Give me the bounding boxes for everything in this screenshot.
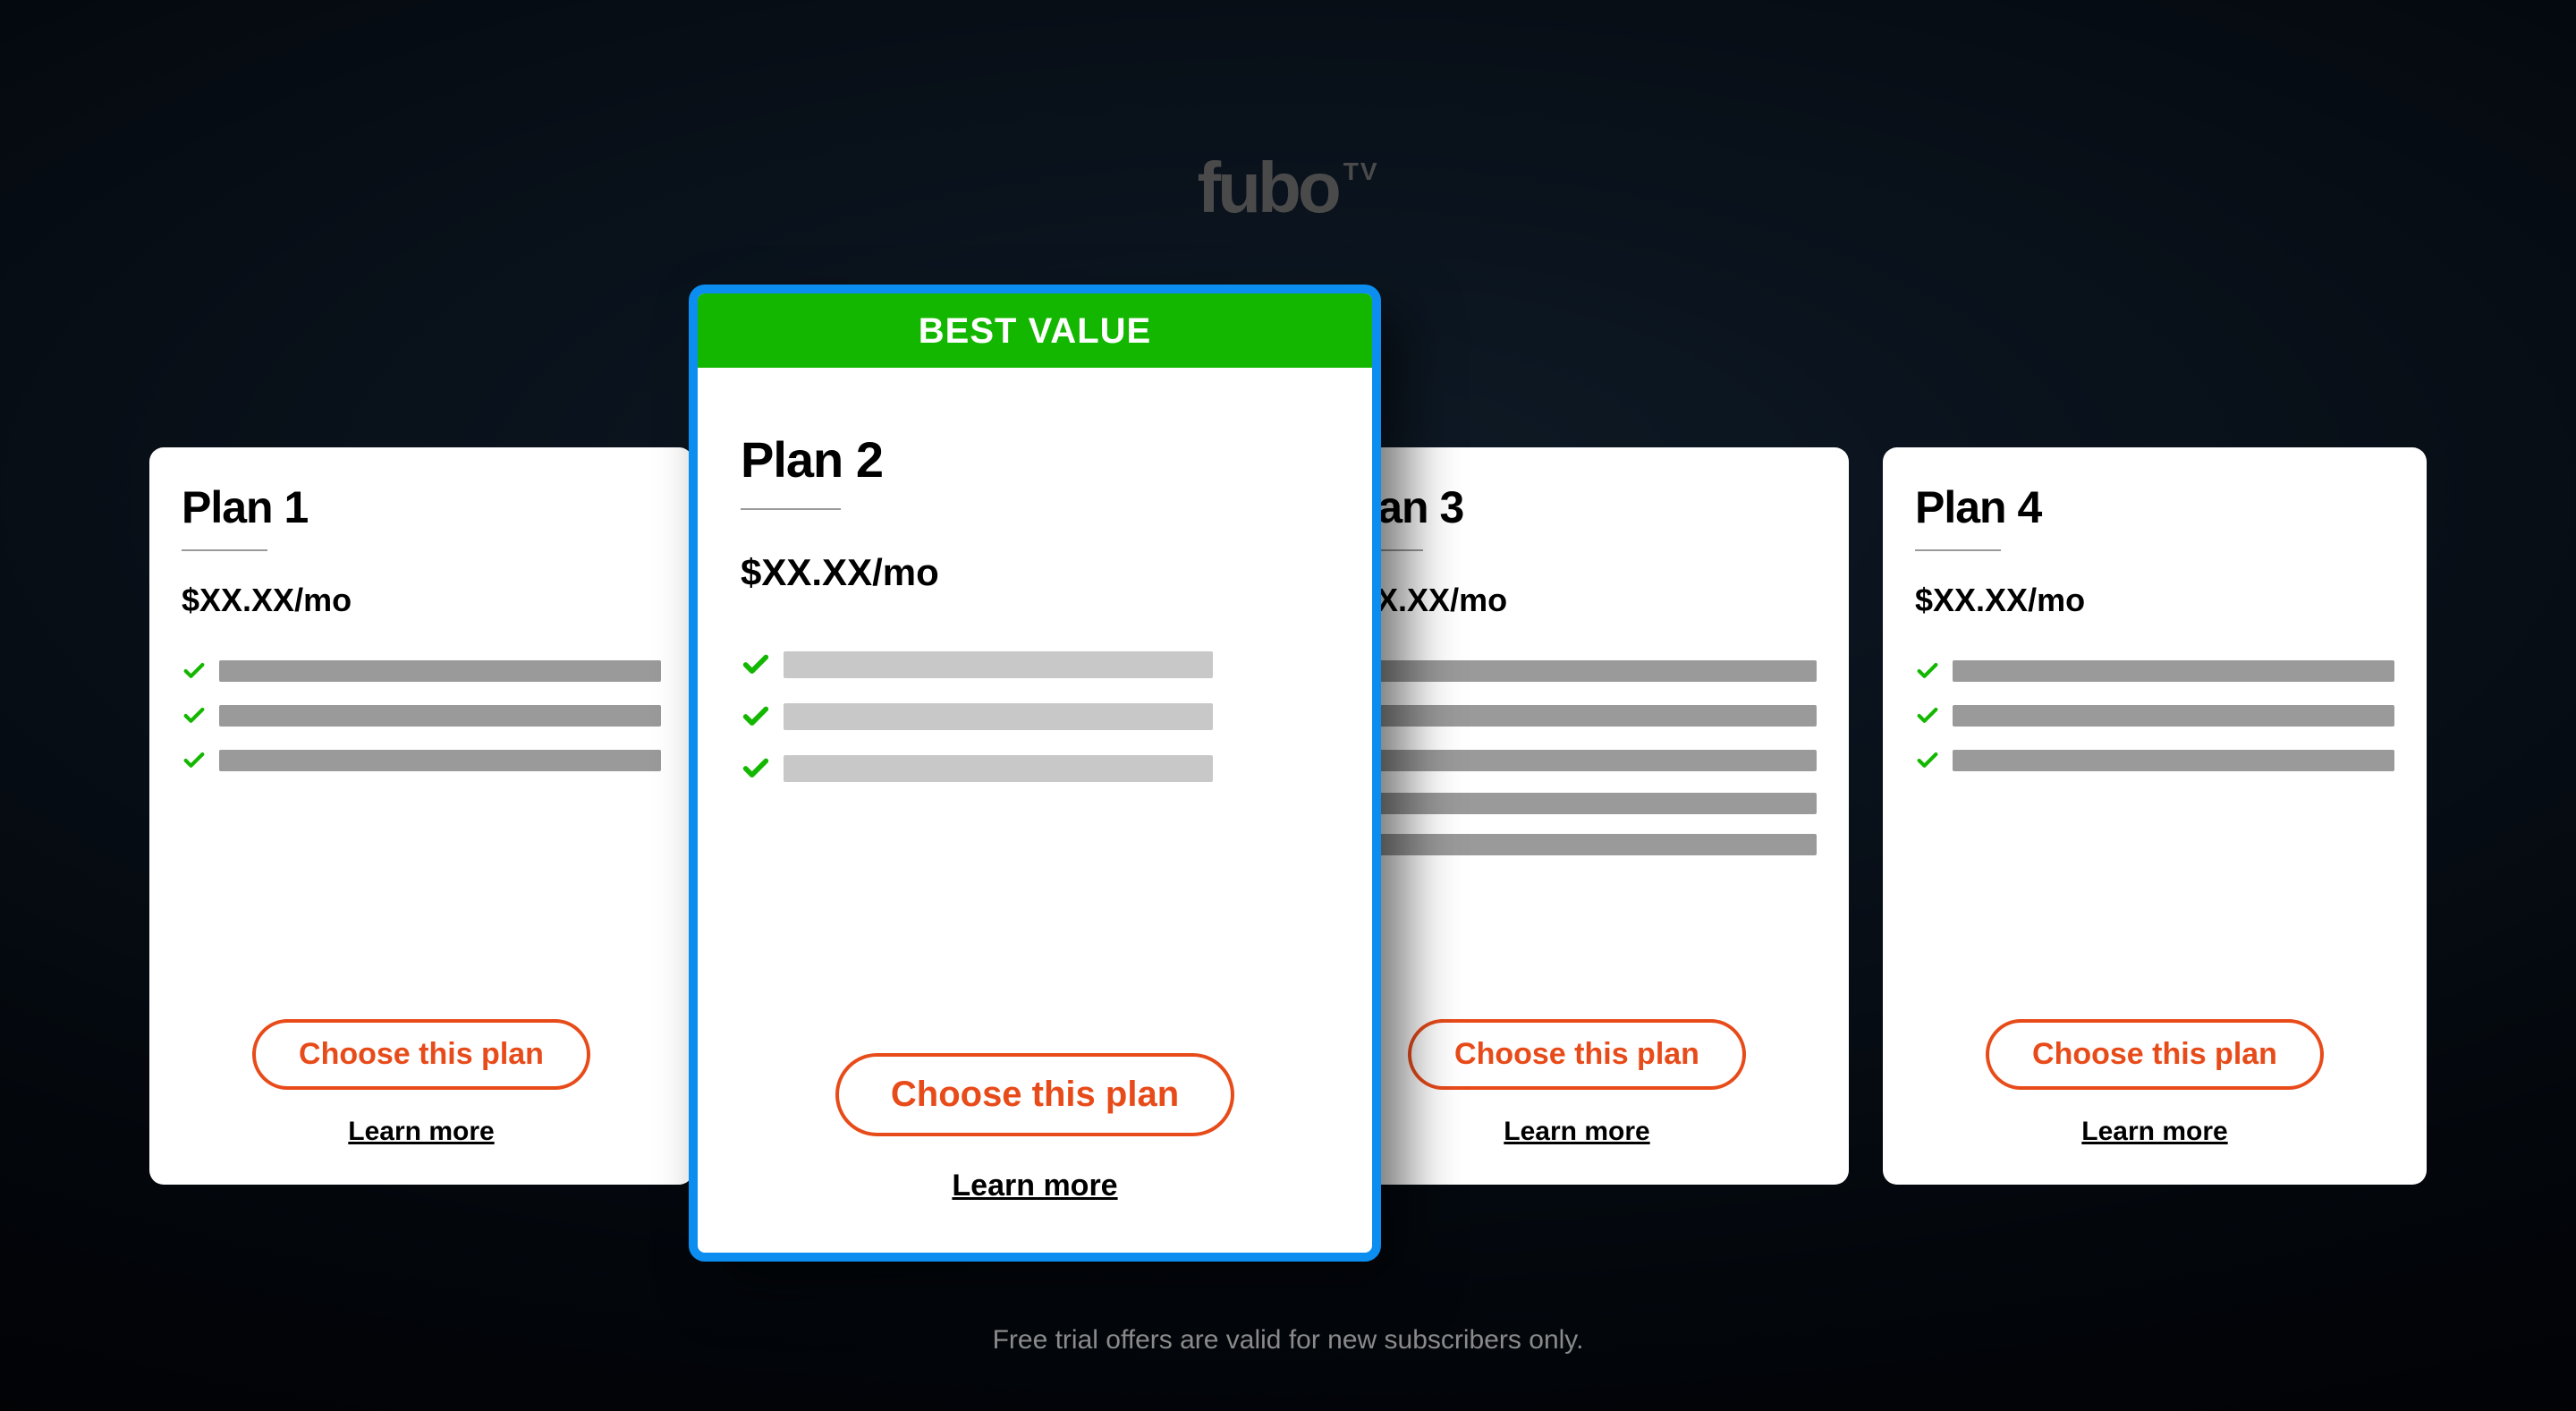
divider <box>1915 549 2001 551</box>
feature-item <box>741 701 1329 732</box>
check-icon <box>1915 659 1940 684</box>
feature-item <box>1915 659 2394 684</box>
check-icon <box>182 748 207 773</box>
choose-plan-button[interactable]: Choose this plan <box>1408 1019 1746 1090</box>
plan-title: Plan 4 <box>1915 481 2394 533</box>
feature-list <box>741 650 1329 784</box>
feature-placeholder <box>784 651 1213 678</box>
plan-title: Plan 2 <box>741 430 1329 489</box>
feature-list <box>182 659 661 773</box>
brand-logo-suffix: TV <box>1343 159 1379 184</box>
disclaimer-text: Free trial offers are valid for new subs… <box>0 1325 2576 1356</box>
check-icon <box>182 703 207 728</box>
divider <box>741 508 841 510</box>
divider <box>182 549 267 551</box>
pricing-card-plan-3[interactable]: Plan 3 $XX.XX/mo <box>1305 447 1849 1185</box>
plan-title: Plan 3 <box>1337 481 1817 533</box>
feature-item <box>1337 659 1817 684</box>
choose-plan-button[interactable]: Choose this plan <box>1986 1019 2324 1090</box>
check-icon <box>741 753 771 784</box>
pricing-card-plan-1[interactable]: Plan 1 $XX.XX/mo Choose this plan Learn … <box>149 447 693 1185</box>
pricing-card-plan-4[interactable]: Plan 4 $XX.XX/mo Choose this plan Learn … <box>1883 447 2427 1185</box>
feature-placeholder <box>784 755 1213 782</box>
pricing-card-plan-2-highlighted[interactable]: BEST VALUE Plan 2 $XX.XX/mo Choose this … <box>689 285 1381 1262</box>
feature-placeholder <box>1953 705 2394 727</box>
plan-price: $XX.XX/mo <box>741 551 1329 594</box>
plan-price: $XX.XX/mo <box>182 582 661 619</box>
plan-price: $XX.XX/mo <box>1337 582 1817 619</box>
feature-item <box>182 659 661 684</box>
feature-item <box>1915 748 2394 773</box>
feature-item <box>1337 793 1817 814</box>
check-icon <box>1915 703 1940 728</box>
feature-placeholder <box>1953 750 2394 771</box>
feature-item <box>1337 834 1817 855</box>
feature-item <box>741 753 1329 784</box>
plan-title: Plan 1 <box>182 481 661 533</box>
feature-placeholder <box>219 660 661 682</box>
brand-logo: fubo TV <box>1197 152 1378 224</box>
check-icon <box>182 659 207 684</box>
feature-list <box>1915 659 2394 773</box>
learn-more-link[interactable]: Learn more <box>952 1169 1117 1203</box>
feature-placeholder <box>1953 660 2394 682</box>
check-icon <box>1915 748 1940 773</box>
feature-item <box>1337 703 1817 728</box>
feature-placeholder <box>1375 705 1817 727</box>
choose-plan-button[interactable]: Choose this plan <box>835 1053 1234 1136</box>
feature-list <box>1337 659 1817 855</box>
feature-item <box>182 748 661 773</box>
brand-logo-text: fubo <box>1197 152 1337 224</box>
feature-item <box>741 650 1329 680</box>
plan-price: $XX.XX/mo <box>1915 582 2394 619</box>
feature-placeholder <box>1375 660 1817 682</box>
learn-more-link[interactable]: Learn more <box>2081 1117 2227 1147</box>
feature-item <box>1337 748 1817 773</box>
feature-placeholder <box>1375 750 1817 771</box>
feature-placeholder <box>1375 793 1817 814</box>
feature-placeholder <box>1375 834 1817 855</box>
feature-placeholder <box>219 750 661 771</box>
feature-placeholder <box>219 705 661 727</box>
check-icon <box>741 701 771 732</box>
best-value-banner: BEST VALUE <box>698 293 1372 368</box>
learn-more-link[interactable]: Learn more <box>348 1117 494 1147</box>
feature-item <box>182 703 661 728</box>
feature-placeholder <box>784 703 1213 730</box>
choose-plan-button[interactable]: Choose this plan <box>252 1019 590 1090</box>
check-icon <box>741 650 771 680</box>
feature-item <box>1915 703 2394 728</box>
learn-more-link[interactable]: Learn more <box>1504 1117 1649 1147</box>
